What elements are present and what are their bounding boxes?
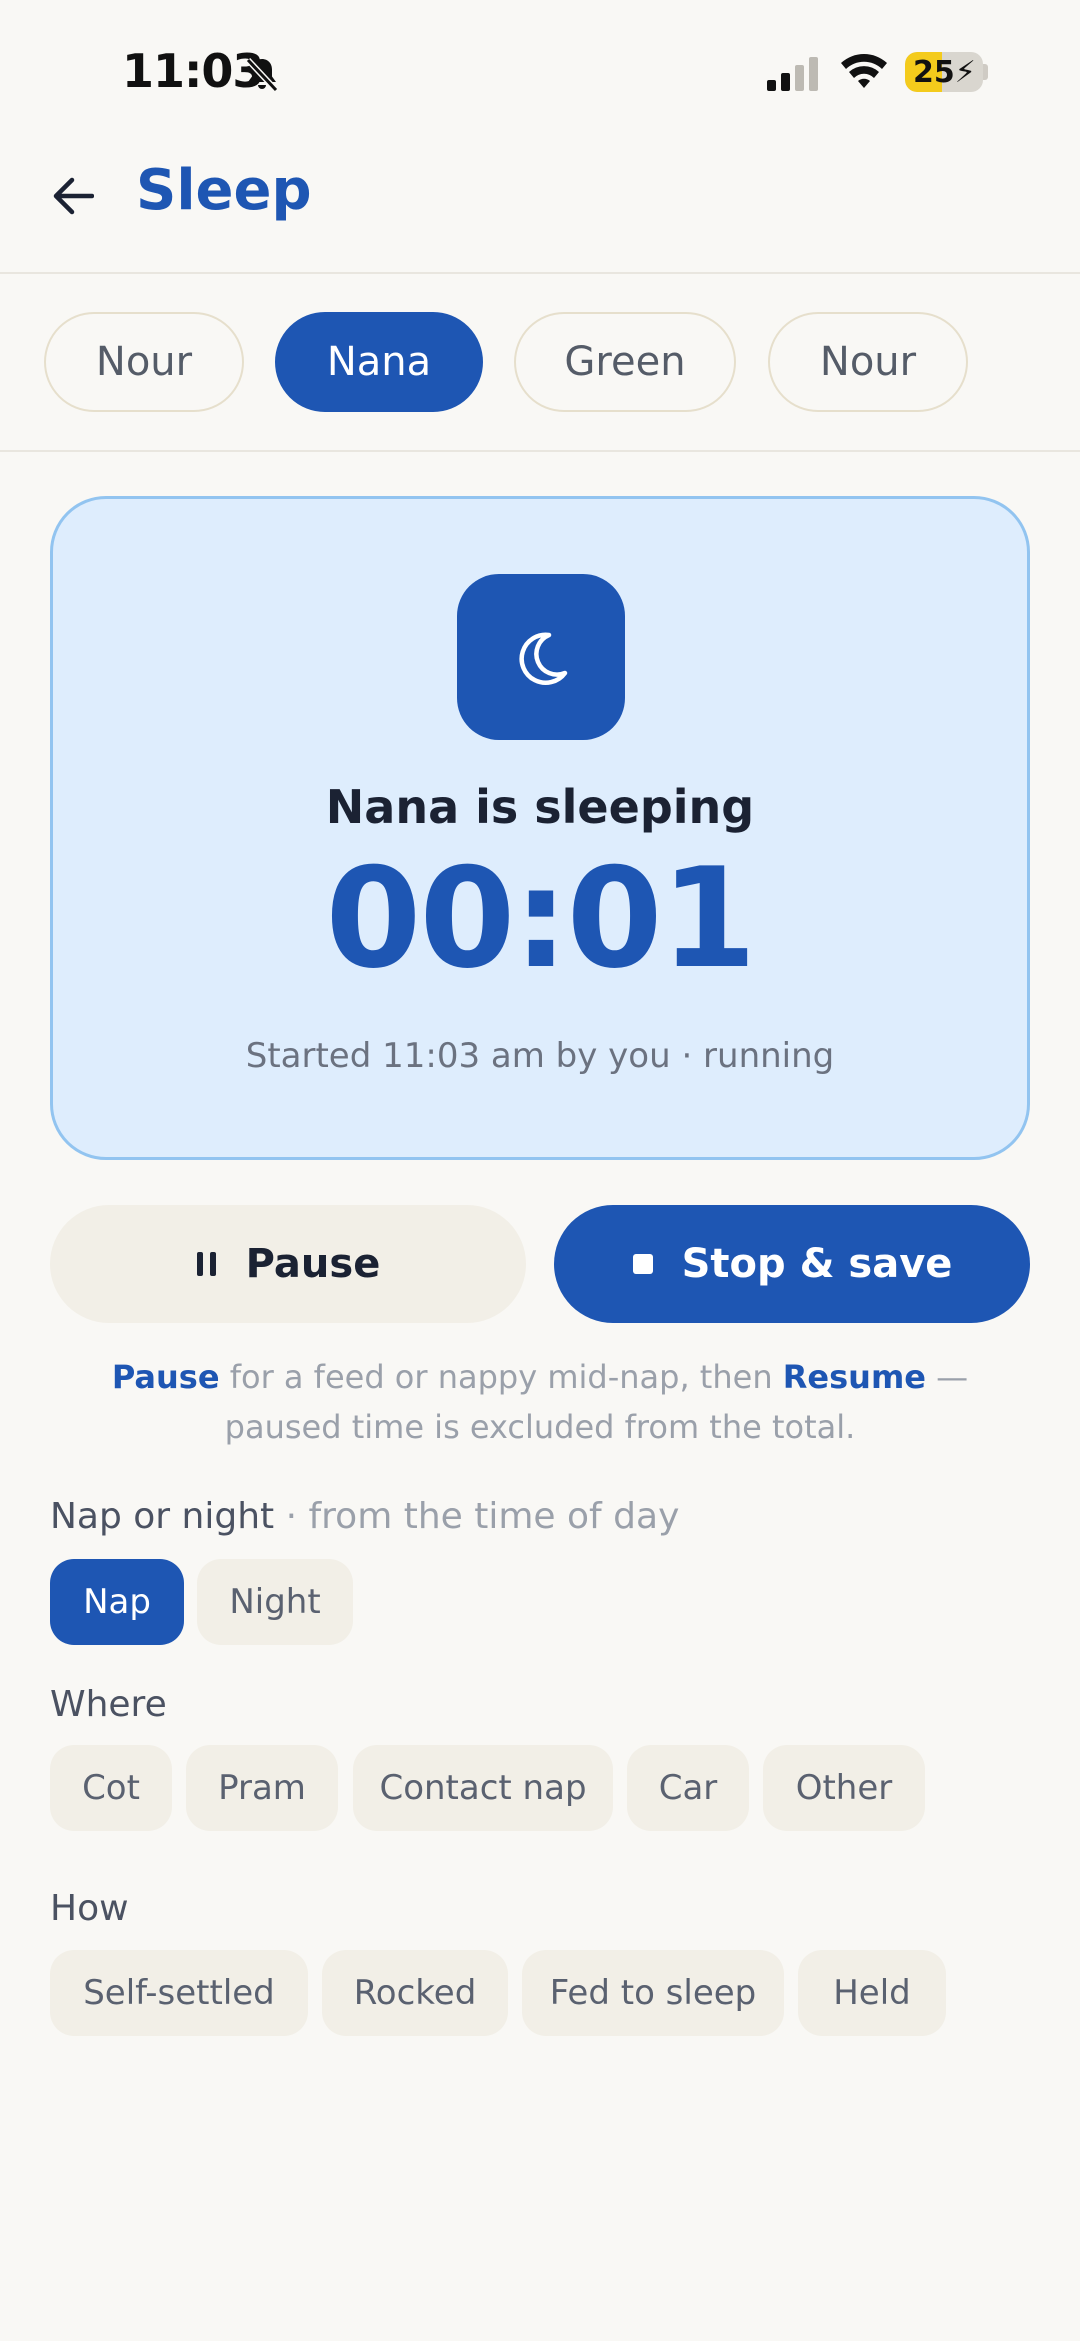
wifi-icon [841,54,887,88]
chips-divider [0,450,1080,452]
child-chip-nour[interactable]: Nour [44,312,244,412]
pause-icon [196,1252,216,1276]
battery-indicator: 25⚡ [905,52,983,92]
sleep-status-text: Nana is sleeping [325,780,755,834]
how-label: How [50,1888,129,1929]
arrow-left-icon [53,177,94,215]
cellular-signal-icon [767,57,818,91]
sleep-timer: 00:01 [325,838,756,999]
battery-percent: 25 [913,55,955,90]
pause-hint: Pause for a feed or nappy mid-nap, then … [60,1352,1020,1452]
hint-middle: for a feed or nappy mid-nap, then [219,1358,783,1396]
stop-button-label: Stop & save [681,1241,953,1287]
hint-resume-word: Resume [782,1358,926,1396]
hint-pause-word: Pause [111,1358,220,1396]
option-self-settled[interactable]: Self-settled [50,1950,308,2036]
nap-or-night-heading: Nap or night · from the time of day [50,1496,679,1537]
option-cot[interactable]: Cot [50,1745,172,1831]
stop-and-save-button[interactable]: Stop & save [554,1205,1030,1323]
moon-icon [519,632,568,685]
option-held[interactable]: Held [798,1950,946,2036]
option-night[interactable]: Night [197,1559,353,1645]
option-contact-nap[interactable]: Contact nap [353,1745,613,1831]
back-button[interactable] [40,164,104,228]
option-pram[interactable]: Pram [186,1745,338,1831]
battery-tip [983,64,988,80]
option-nap[interactable]: Nap [50,1559,184,1645]
where-label: Where [50,1684,167,1725]
session-started-text: Started 11:03 am by you · running [245,1036,835,1076]
child-chip-nana[interactable]: Nana [275,312,483,412]
nap-or-night-sub: · from the time of day [274,1496,680,1537]
charging-bolt-icon: ⚡ [954,55,976,90]
pause-button-label: Pause [245,1241,381,1287]
child-chip-green[interactable]: Green [514,312,736,412]
nap-or-night-label: Nap or night [50,1496,275,1537]
header-divider [0,272,1080,274]
pause-button[interactable]: Pause [50,1205,526,1323]
option-car[interactable]: Car [627,1745,749,1831]
option-other[interactable]: Other [763,1745,925,1831]
option-rocked[interactable]: Rocked [322,1950,508,2036]
page-title: Sleep [136,158,312,223]
moon-badge [457,574,625,740]
bell-muted-icon [245,57,279,93]
option-fed-to-sleep[interactable]: Fed to sleep [522,1950,784,2036]
stop-icon [632,1254,653,1274]
child-chip-nour-2[interactable]: Nour [768,312,968,412]
